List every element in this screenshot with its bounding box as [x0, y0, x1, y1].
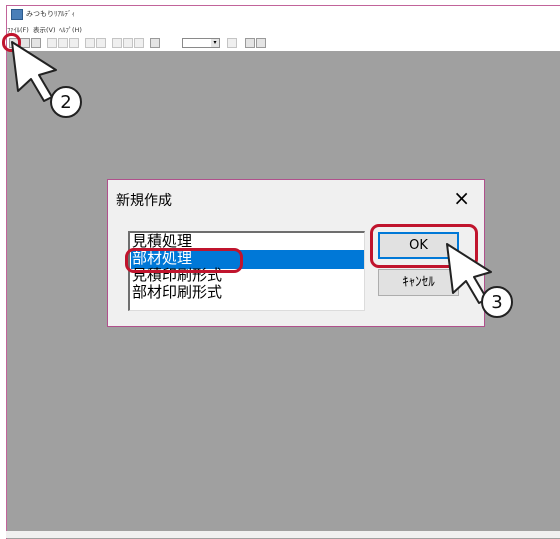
- menu-bar: ﾌｧｲﾙ(F) 表示(V) ﾍﾙﾌﾟ(H): [7, 23, 560, 34]
- delete-row-button[interactable]: [123, 38, 133, 48]
- print-button[interactable]: [256, 38, 266, 48]
- insert-row-button[interactable]: [112, 38, 122, 48]
- undo-button[interactable]: [85, 38, 95, 48]
- title-bar: みつもりﾘｱﾙﾃﾞｨ: [7, 6, 560, 22]
- toolbar-select[interactable]: ▾: [182, 38, 220, 48]
- menu-help[interactable]: ﾍﾙﾌﾟ(H): [59, 24, 82, 34]
- status-bar: [6, 531, 560, 538]
- dialog-title: 新規作成: [116, 193, 172, 209]
- redo-button[interactable]: [96, 38, 106, 48]
- app-icon: [11, 9, 23, 20]
- chevron-down-icon: ▾: [211, 39, 219, 47]
- help-icon[interactable]: [150, 38, 160, 48]
- close-icon[interactable]: ×: [453, 186, 470, 210]
- toolbar: ▾: [7, 36, 560, 50]
- copy-row-button[interactable]: [134, 38, 144, 48]
- step-3-callout: 3: [481, 286, 513, 318]
- preview-button[interactable]: [245, 38, 255, 48]
- list-item[interactable]: 部材印刷形式: [131, 284, 364, 303]
- paste-button[interactable]: [69, 38, 79, 48]
- step-2-callout: 2: [50, 86, 82, 118]
- selected-item-highlight: [125, 248, 243, 273]
- menu-view[interactable]: 表示(V): [33, 24, 56, 34]
- app-title: みつもりﾘｱﾙﾃﾞｨ: [26, 10, 75, 18]
- tool-button[interactable]: [227, 38, 237, 48]
